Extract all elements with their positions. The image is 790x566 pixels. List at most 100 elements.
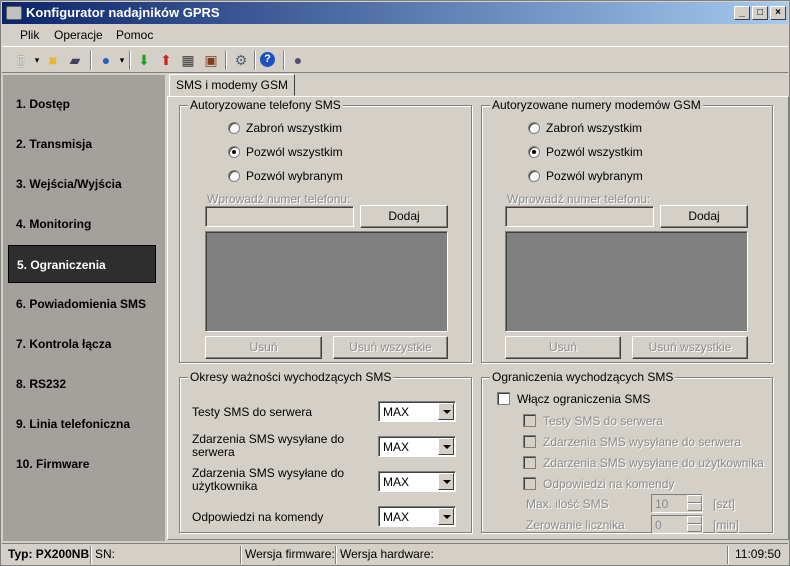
- validity-select-user-events[interactable]: MAX: [378, 471, 456, 492]
- phones-radio-deny-all-label: Zabroń wszystkim: [246, 121, 343, 135]
- sidebar-item-monitoring[interactable]: 4. Monitoring: [8, 205, 156, 243]
- chevron-down-icon[interactable]: [438, 508, 454, 525]
- modems-list[interactable]: [505, 231, 748, 332]
- sidebar-item-ograniczenia[interactable]: 5. Ograniczenia: [8, 245, 156, 283]
- validity-group: Okresy ważności wychodzących SMS Testy S…: [179, 370, 472, 533]
- validity-label-responses: Odpowiedzi na komendy: [192, 510, 324, 524]
- modems-group: Autoryzowane numery modemów GSM Zabroń w…: [481, 98, 773, 363]
- minimize-button[interactable]: _: [734, 6, 750, 20]
- phones-remove-button[interactable]: Usuń: [205, 336, 322, 359]
- limits-user-events-label: Zdarzenia SMS wysyłane do użytkownika: [543, 456, 764, 470]
- spinner-up-icon[interactable]: [687, 495, 702, 503]
- phones-list[interactable]: [205, 231, 448, 332]
- menu-plik[interactable]: Plik: [20, 28, 39, 42]
- status-separator: [335, 546, 337, 564]
- modems-remove-button[interactable]: Usuń: [505, 336, 621, 359]
- modems-radio-allow-selected[interactable]: [528, 170, 540, 182]
- sidebar-item-kontrola-lacza[interactable]: 7. Kontrola łącza: [8, 325, 156, 363]
- limits-responses-checkbox[interactable]: [523, 477, 536, 490]
- spinner-down-icon[interactable]: [687, 524, 702, 532]
- limits-group: Ograniczenia wychodzących SMS Włącz ogra…: [481, 370, 773, 534]
- phones-group: Autoryzowane telefony SMS Zabroń wszystk…: [179, 98, 472, 363]
- tab-strip: SMS i modemy GSM: [167, 73, 789, 97]
- phones-radio-allow-all[interactable]: [228, 146, 240, 158]
- menu-bar: Plik Operacje Pomoc: [2, 25, 788, 45]
- limits-reset-spinner[interactable]: 0: [651, 515, 703, 534]
- toolbar-separator: [225, 51, 227, 70]
- validity-label-tests: Testy SMS do serwera: [192, 405, 313, 419]
- app-icon: [6, 6, 22, 20]
- phones-radio-allow-all-label: Pozwól wszystkim: [246, 145, 343, 159]
- modems-radio-deny-all[interactable]: [528, 122, 540, 134]
- modems-radio-allow-all[interactable]: [528, 146, 540, 158]
- limits-tests-label: Testy SMS do serwera: [543, 414, 664, 428]
- sidebar-item-transmisja[interactable]: 2. Transmisja: [8, 125, 156, 163]
- phones-radio-allow-selected[interactable]: [228, 170, 240, 182]
- tab-sms-modemy-gsm[interactable]: SMS i modemy GSM: [169, 74, 296, 96]
- status-hardware-version: Wersja hardware:: [340, 547, 434, 561]
- computer-icon[interactable]: ▣: [202, 51, 220, 69]
- limits-tests-checkbox[interactable]: [523, 414, 536, 427]
- spinner-up-icon[interactable]: [687, 516, 702, 524]
- calendar-icon[interactable]: ▦: [179, 51, 197, 69]
- menu-operacje[interactable]: Operacje: [54, 28, 103, 42]
- status-separator: [727, 546, 729, 564]
- toolbar-separator: [90, 51, 92, 70]
- toolbar: ▯ ▾ ■ ▰ ● ▾ ⬇ ⬆ ▦ ▣ ⚙ ? ●: [2, 46, 788, 73]
- validity-group-title: Okresy ważności wychodzących SMS: [188, 370, 394, 384]
- sidebar-item-rs232[interactable]: 8. RS232: [8, 365, 156, 403]
- exit-icon[interactable]: ●: [289, 51, 307, 69]
- status-serial-number: SN:: [95, 547, 116, 561]
- upload-icon[interactable]: ⬆: [157, 51, 175, 69]
- sidebar-item-linia-telefoniczna[interactable]: 9. Linia telefoniczna: [8, 405, 156, 443]
- close-button[interactable]: ×: [770, 6, 786, 20]
- limits-server-events-checkbox[interactable]: [523, 435, 536, 448]
- limits-reset-value: 0: [655, 518, 662, 532]
- status-clock: 11:09:50: [735, 547, 781, 561]
- help-icon[interactable]: ?: [260, 52, 275, 67]
- open-folder-icon[interactable]: ■: [44, 51, 62, 69]
- save-icon[interactable]: ▰: [66, 51, 84, 69]
- phones-input-label: Wprowadź numer telefonu:: [207, 192, 351, 206]
- validity-select-responses[interactable]: MAX: [378, 506, 456, 527]
- window-title: Konfigurator nadajników GPRS: [26, 5, 220, 20]
- sidebar: 1. Dostęp 2. Transmisja 3. Wejścia/Wyjśc…: [3, 75, 165, 541]
- sidebar-item-wejscia-wyjscia[interactable]: 3. Wejścia/Wyjścia: [8, 165, 156, 203]
- sidebar-item-powiadomienia-sms[interactable]: 6. Powiadomienia SMS: [8, 285, 156, 323]
- limits-user-events-checkbox[interactable]: [523, 456, 536, 469]
- modems-number-input[interactable]: [505, 206, 654, 227]
- tab-page: Autoryzowane telefony SMS Zabroń wszystk…: [167, 96, 789, 540]
- app-window: Konfigurator nadajników GPRS _ □ × Plik …: [0, 0, 790, 566]
- status-bar: Typ: PX200NB SN: Wersja firmware: Wersja…: [2, 543, 788, 565]
- phones-number-input[interactable]: [205, 206, 354, 227]
- modems-add-button[interactable]: Dodaj: [660, 205, 748, 228]
- validity-select-tests[interactable]: MAX: [378, 401, 456, 422]
- phones-radio-allow-selected-label: Pozwól wybranym: [246, 169, 343, 183]
- limits-responses-label: Odpowiedzi na komendy: [543, 477, 675, 491]
- chevron-down-icon[interactable]: [438, 473, 454, 490]
- limits-enable-checkbox[interactable]: [497, 392, 510, 405]
- chevron-down-icon[interactable]: [438, 438, 454, 455]
- phones-remove-all-button[interactable]: Usuń wszystkie: [333, 336, 448, 359]
- menu-pomoc[interactable]: Pomoc: [116, 28, 153, 42]
- modems-group-title: Autoryzowane numery modemów GSM: [490, 98, 703, 112]
- phones-radio-deny-all[interactable]: [228, 122, 240, 134]
- phones-group-title: Autoryzowane telefony SMS: [188, 98, 343, 112]
- validity-select-server-events[interactable]: MAX: [378, 436, 456, 457]
- phones-add-button[interactable]: Dodaj: [360, 205, 448, 228]
- status-device-type: Typ: PX200NB: [8, 547, 90, 561]
- validity-select-user-events-value: MAX: [383, 475, 410, 489]
- maximize-button[interactable]: □: [752, 6, 768, 20]
- spinner-down-icon[interactable]: [687, 503, 702, 511]
- validity-select-responses-value: MAX: [383, 510, 410, 524]
- download-icon[interactable]: ⬇: [135, 51, 153, 69]
- limits-max-spinner[interactable]: 10: [651, 494, 703, 513]
- validity-label-user-events: Zdarzenia SMS wysyłane do użytkownika: [192, 466, 345, 493]
- modems-remove-all-button[interactable]: Usuń wszystkie: [632, 336, 748, 359]
- sidebar-item-firmware[interactable]: 10. Firmware: [8, 445, 156, 483]
- limits-max-label: Max. ilość SMS: [526, 497, 609, 511]
- sidebar-item-dostep[interactable]: 1. Dostęp: [8, 85, 156, 123]
- chevron-down-icon[interactable]: [438, 403, 454, 420]
- settings-icon[interactable]: ⚙: [232, 51, 250, 69]
- modems-radio-allow-all-label: Pozwól wszystkim: [546, 145, 643, 159]
